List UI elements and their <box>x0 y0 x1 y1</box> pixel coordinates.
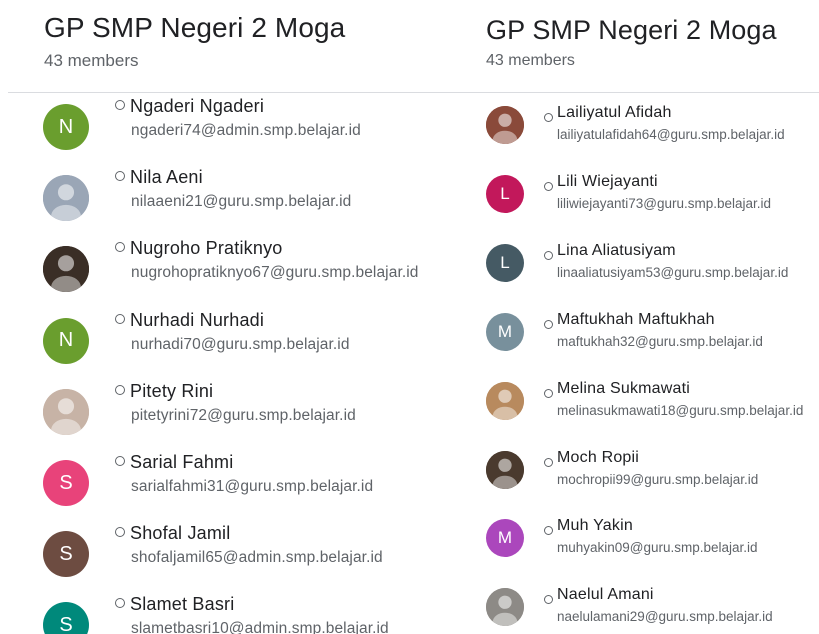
member-name: Nurhadi Nurhadi <box>130 309 265 330</box>
member-row[interactable]: M Maftukhah Maftukhah maftukhah32@guru.smp… <box>462 311 819 371</box>
member-email: shofaljamil65@admin.smp.belajar.id <box>131 549 383 567</box>
member-row[interactable]: Lailiyatul Afidah lailiyatulafidah64@guru… <box>462 104 819 164</box>
presence-status-icon <box>115 598 125 609</box>
header-divider <box>462 92 819 93</box>
member-name: Pitety Rini <box>130 380 214 401</box>
profile-photo-avatar <box>486 106 524 144</box>
member-email: slametbasri10@admin.smp.belajar.id <box>131 620 389 634</box>
member-name: Nugroho Pratiknyo <box>130 238 283 259</box>
presence-status-icon <box>115 313 125 324</box>
member-email: muhyakin09@guru.smp.belajar.id <box>557 540 758 556</box>
presence-status-icon <box>544 181 553 191</box>
member-row[interactable]: Pitety Rini pitetyrini72@guru.smp.belajar… <box>0 377 462 437</box>
letter-avatar: N <box>43 317 89 364</box>
letter-avatar: M <box>486 519 524 558</box>
member-row[interactable]: Nugroho Pratiknyo nugrohopratiknyo67@guru… <box>0 234 462 294</box>
member-name: Sarial Fahmi <box>130 452 234 472</box>
presence-status-icon <box>115 456 125 466</box>
profile-photo-avatar <box>43 388 89 435</box>
member-name: Ngaderi Ngaderi <box>130 96 265 116</box>
presence-status-icon <box>115 384 125 395</box>
member-email: nurhadi70@guru.smp.belajar.id <box>131 335 350 353</box>
presence-status-icon <box>115 242 125 253</box>
profile-photo-avatar <box>486 450 524 489</box>
member-email: ngaderi74@admin.smp.belajar.id <box>131 122 361 139</box>
member-name: Lailiyatul Afidah <box>557 104 672 121</box>
member-name: Melina Sukmawati <box>557 379 691 397</box>
profile-photo-avatar <box>43 175 89 222</box>
member-name: Maftukhah Maftukhah <box>557 310 715 328</box>
member-email: lailiyatulafidah64@guru.smp.belajar.id <box>557 127 785 142</box>
letter-avatar: S <box>43 460 89 506</box>
member-name: Lili Wiejayanti <box>557 172 658 190</box>
left-group-panel: GP SMP Negeri 2 Moga 43 members N Ngaderi… <box>0 0 462 634</box>
profile-photo-avatar <box>486 381 524 420</box>
member-row[interactable]: Nila Aeni nilaaeni21@guru.smp.belajar.id <box>0 163 462 223</box>
letter-avatar: L <box>486 243 524 282</box>
member-email: maftukhah32@guru.smp.belajar.id <box>557 333 763 349</box>
presence-status-icon <box>544 388 553 398</box>
member-row[interactable]: L Lina Aliatusiyam linaaliatusiyam53@guru.… <box>462 242 819 302</box>
member-email: melinasukmawati18@guru.smp.belajar.id <box>557 402 804 418</box>
member-email: nilaaeni21@guru.smp.belajar.id <box>131 193 352 211</box>
presence-status-icon <box>115 100 125 110</box>
member-email: pitetyrini72@guru.smp.belajar.id <box>131 406 356 424</box>
member-row[interactable]: Melina Sukmawati melinasukmawati18@guru.s… <box>462 380 819 440</box>
presence-status-icon <box>115 527 125 538</box>
letter-avatar: N <box>43 104 89 150</box>
member-row[interactable]: S Sarial Fahmi sarialfahmi31@guru.smp.bela… <box>0 448 462 508</box>
letter-avatar: S <box>43 531 89 578</box>
right-group-panel: GP SMP Negeri 2 Moga 43 members Lailiyat… <box>462 0 819 634</box>
member-email: mochropii99@guru.smp.belajar.id <box>557 471 759 487</box>
profile-photo-avatar <box>486 588 524 627</box>
letter-avatar: S <box>43 602 89 634</box>
member-row[interactable]: S Slamet Basri slametbasri10@admin.smp.bel… <box>0 590 462 634</box>
member-name: Naelul Amani <box>557 586 654 604</box>
member-name: Nila Aeni <box>130 167 203 188</box>
profile-photo-avatar <box>43 246 89 293</box>
presence-status-icon <box>544 319 553 329</box>
member-row[interactable]: Naelul Amani naelulamani29@guru.smp.belaj… <box>462 586 819 634</box>
letter-avatar: L <box>486 174 524 213</box>
group-title: GP SMP Negeri 2 Moga <box>486 15 777 45</box>
presence-status-icon <box>544 595 553 605</box>
presence-status-icon <box>544 250 553 260</box>
member-count: 43 members <box>44 51 139 70</box>
member-row[interactable]: L Lili Wiejayanti liliwiejayanti73@guru.sm… <box>462 173 819 233</box>
member-email: naelulamani29@guru.smp.belajar.id <box>557 609 773 625</box>
member-name: Moch Ropii <box>557 448 640 466</box>
member-row[interactable]: N Ngaderi Ngaderi ngaderi74@admin.smp.bela… <box>0 92 462 152</box>
member-email: liliwiejayanti73@guru.smp.belajar.id <box>557 195 772 211</box>
member-row[interactable]: N Nurhadi Nurhadi nurhadi70@guru.smp.belaj… <box>0 306 462 366</box>
letter-avatar: M <box>486 312 524 351</box>
member-name: Slamet Basri <box>130 594 235 615</box>
member-row[interactable]: Moch Ropii mochropii99@guru.smp.belajar.i… <box>462 449 819 509</box>
member-email: nugrohopratiknyo67@guru.smp.belajar.id <box>131 264 419 282</box>
member-count: 43 members <box>486 52 575 69</box>
presence-status-icon <box>115 171 125 182</box>
member-name: Muh Yakin <box>557 517 633 535</box>
member-row[interactable]: M Muh Yakin muhyakin09@guru.smp.belajar.id <box>462 517 819 577</box>
member-name: Lina Aliatusiyam <box>557 241 676 259</box>
presence-status-icon <box>544 526 553 536</box>
presence-status-icon <box>544 457 553 467</box>
group-title: GP SMP Negeri 2 Moga <box>44 12 346 43</box>
member-row[interactable]: S Shofal Jamil shofaljamil65@admin.smp.bel… <box>0 519 462 579</box>
presence-status-icon <box>544 113 553 122</box>
member-email: linaaliatusiyam53@guru.smp.belajar.id <box>557 264 789 280</box>
member-email: sarialfahmi31@guru.smp.belajar.id <box>131 478 374 495</box>
member-name: Shofal Jamil <box>130 523 231 544</box>
